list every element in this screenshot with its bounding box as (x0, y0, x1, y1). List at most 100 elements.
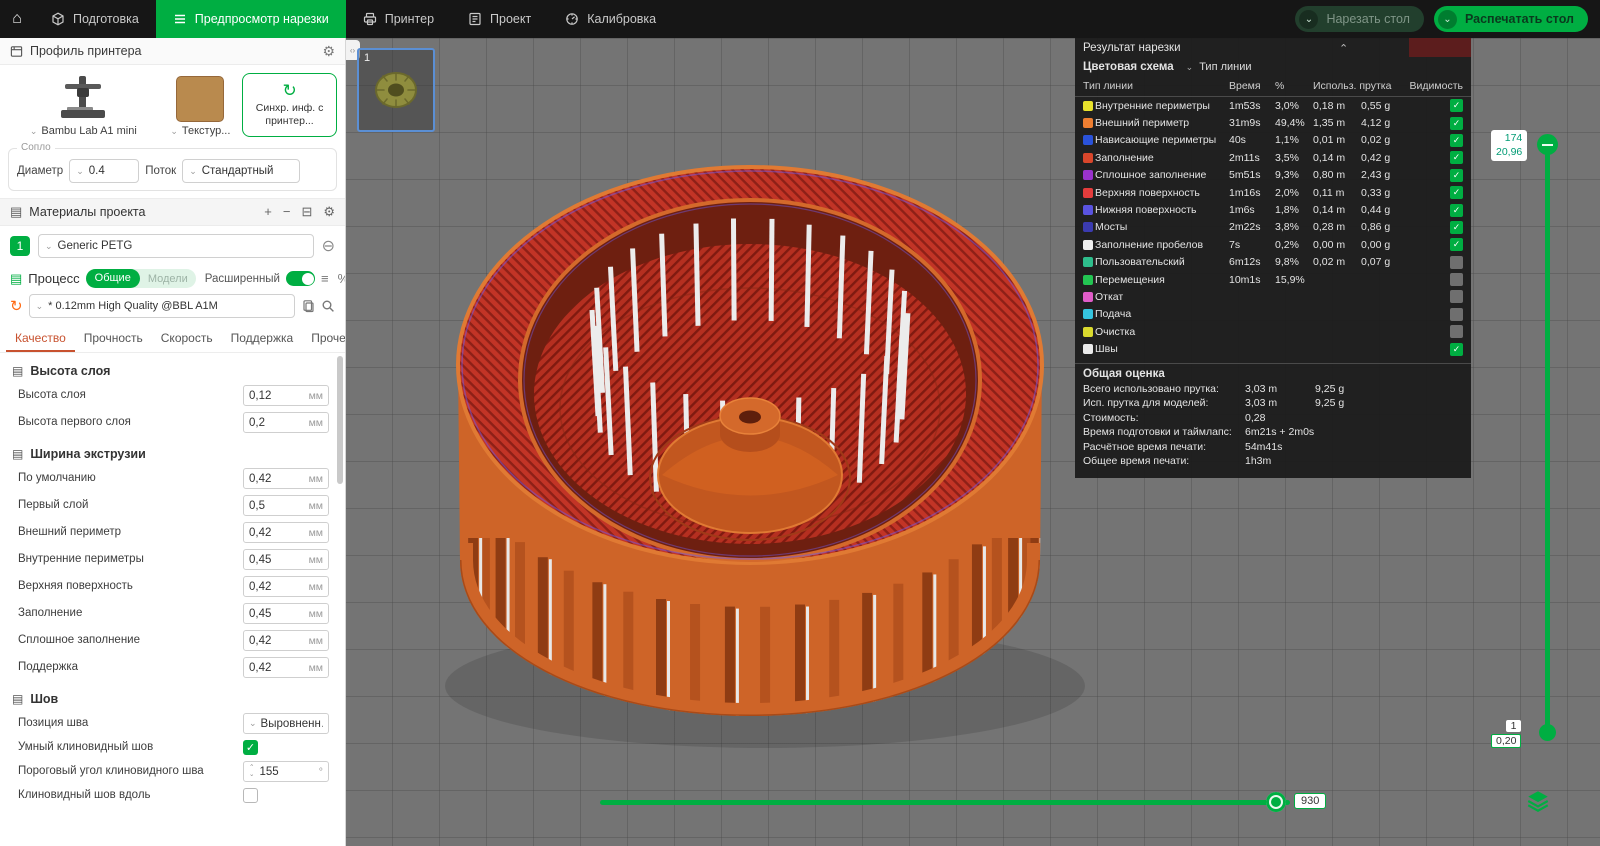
sync-printer-button[interactable]: ↻ Синхр. инф. с принтер... (242, 73, 338, 137)
param-spinner[interactable]: ⌃ ⌄ 155 ° (243, 761, 329, 782)
layer-slider-top-handle[interactable] (1537, 134, 1558, 155)
visibility-checkbox[interactable]: ✓ (1450, 151, 1463, 165)
process-tab-3[interactable]: Скорость (152, 325, 222, 352)
line-type-row[interactable]: Нависающие периметры 40s 1,1% 0,01 m 0,02 g ✓ (1075, 132, 1471, 149)
param-input[interactable]: 0,12 мм (243, 385, 329, 406)
topbar-tab-2[interactable]: Предпросмотр нарезки (155, 0, 346, 38)
slice-dropdown-caret-icon[interactable]: ⌄ (1299, 9, 1319, 29)
scope-objects[interactable]: Модели (140, 273, 196, 285)
visibility-checkbox[interactable] (1450, 290, 1463, 304)
visibility-checkbox[interactable]: ✓ (1450, 168, 1463, 182)
search-preset-icon[interactable] (321, 299, 335, 313)
process-tab-4[interactable]: Поддержка (222, 325, 303, 352)
line-type-row[interactable]: Перемещения 10m1s 15,9% (1075, 271, 1471, 288)
visibility-checkbox[interactable]: ✓ (1450, 186, 1463, 200)
color-scheme-select[interactable]: ⌄ Тип линии (1186, 61, 1252, 73)
line-type-row[interactable]: Мосты 2m22s 3,8% 0,28 m 0,86 g ✓ (1075, 219, 1471, 236)
move-slider-track[interactable] (600, 800, 1290, 805)
visibility-checkbox[interactable]: ✓ (1450, 342, 1463, 356)
line-type-row[interactable]: Внутренние периметры 1m53s 3,0% 0,18 m 0,55 … (1075, 97, 1471, 114)
layer-slider-track[interactable] (1545, 142, 1550, 730)
visibility-checkbox[interactable] (1450, 325, 1463, 339)
param-input[interactable]: 0,42 мм (243, 630, 329, 651)
process-tab-2[interactable]: Прочность (75, 325, 152, 352)
param-input[interactable]: 0,45 мм (243, 603, 329, 624)
visibility-checkbox[interactable] (1450, 307, 1463, 321)
topbar-tab-4[interactable]: Проект (451, 0, 548, 38)
line-type-row[interactable]: Откат (1075, 288, 1471, 305)
topbar-tabs: Подготовка Предпросмотр нарезки Принтер Про… (34, 0, 673, 38)
process-preset-select[interactable]: ⌄ * 0.12mm High Quality @BBL A1M (28, 294, 295, 318)
plate-thumbnail[interactable]: 1 (357, 48, 435, 132)
topbar-tab-5[interactable]: Калибровка (548, 0, 673, 38)
move-slider-handle[interactable] (1266, 792, 1286, 812)
advanced-toggle[interactable] (286, 271, 315, 286)
layer-slider-bottom-handle[interactable] (1539, 724, 1556, 741)
printer-card[interactable]: ⌄ Bambu Lab A1 mini (8, 73, 159, 137)
process-tab-5[interactable]: Прочее (302, 325, 345, 352)
visibility-checkbox[interactable]: ✓ (1450, 116, 1463, 130)
param-row: Поддержка 0,42 мм (0, 654, 345, 681)
materials-gear-icon[interactable]: ⚙ (323, 204, 335, 220)
line-type-row[interactable]: Внешний периметр 31m9s 49,4% 1,35 m 4,12 g ✓ (1075, 114, 1471, 131)
layers-view-button[interactable] (1525, 788, 1551, 814)
param-input[interactable]: 0,45 мм (243, 549, 329, 570)
visibility-checkbox[interactable]: ✓ (1450, 203, 1463, 217)
printer-settings-gear-icon[interactable]: ⚙ (322, 43, 335, 60)
visibility-checkbox[interactable] (1450, 273, 1463, 287)
slice-plate-button[interactable]: Нарезать стол (1318, 12, 1424, 26)
line-type-row[interactable]: Заполнение 2m11s 3,5% 0,14 m 0,42 g ✓ (1075, 149, 1471, 166)
save-preset-icon[interactable] (301, 299, 315, 313)
line-type-row[interactable]: Нижняя поверхность 1m6s 1,8% 0,14 m 0,44 g ✓ (1075, 201, 1471, 218)
process-list-icon[interactable]: ≡ (321, 271, 329, 286)
process-scope-toggle[interactable]: Общие Модели (85, 269, 196, 288)
param-input[interactable]: 0,42 мм (243, 468, 329, 489)
process-tab-1[interactable]: Качество (6, 325, 75, 352)
line-type-row[interactable]: Заполнение пробелов 7s 0,2% 0,00 m 0,00 g ✓ (1075, 236, 1471, 253)
visibility-checkbox[interactable]: ✓ (1450, 133, 1463, 147)
param-input[interactable]: 0,5 мм (243, 495, 329, 516)
param-input[interactable]: 0,42 мм (243, 522, 329, 543)
filament-select[interactable]: ⌄ Generic PETG (38, 234, 314, 258)
param-input[interactable]: 0,42 мм (243, 576, 329, 597)
filament-table-icon[interactable]: ⊟ (301, 204, 312, 220)
topbar-tab-1[interactable]: Подготовка (34, 0, 156, 38)
visibility-checkbox[interactable] (1450, 255, 1463, 269)
param-select[interactable]: ⌄Выровненн… (243, 713, 329, 734)
line-type-row[interactable]: Верхняя поверхность 1m16s 2,0% 0,11 m 0,33 g… (1075, 184, 1471, 201)
param-input[interactable]: 0,2 мм (243, 412, 329, 433)
visibility-checkbox[interactable]: ✓ (1450, 99, 1463, 113)
line-type-row[interactable]: Очистка (1075, 323, 1471, 340)
line-type-color-swatch (1083, 222, 1093, 233)
spinner-arrows[interactable]: ⌃ ⌄ (249, 764, 254, 778)
add-filament-button[interactable]: + (264, 204, 272, 220)
param-checkbox[interactable]: ✓ (243, 740, 258, 755)
line-type-row[interactable]: Подача (1075, 306, 1471, 323)
flow-select[interactable]: ⌄ Стандартный (182, 159, 301, 183)
home-icon: ⌂ (12, 10, 22, 27)
move-slider-value: 930 (1294, 793, 1327, 809)
filament-edit-icon[interactable]: ⊖ (322, 236, 335, 256)
param-checkbox[interactable] (243, 788, 258, 803)
process-tune-icon[interactable]: % (338, 271, 345, 286)
home-button[interactable]: ⌂ (0, 0, 34, 38)
plate-type-card[interactable]: ⌄ Текстур... (166, 73, 236, 137)
scope-global[interactable]: Общие (85, 269, 140, 288)
print-plate-button[interactable]: Распечатать стол (1457, 12, 1588, 26)
plate-type-select[interactable]: ⌄ Текстур... (170, 125, 230, 137)
preset-refresh-icon[interactable]: ↻ (10, 297, 23, 315)
diameter-select[interactable]: ⌄ 0.4 (69, 159, 140, 183)
topbar-tab-3[interactable]: Принтер (346, 0, 451, 38)
line-type-row[interactable]: Сплошное заполнение 5m51s 9,3% 0,80 m 2,43 g… (1075, 167, 1471, 184)
remove-filament-button[interactable]: − (283, 204, 291, 220)
params-scrollbar[interactable] (337, 356, 343, 484)
printer-select[interactable]: ⌄ Bambu Lab A1 mini (30, 125, 137, 137)
line-type-row[interactable]: Швы ✓ (1075, 340, 1471, 357)
line-type-row[interactable]: Пользовательский 6m12s 9,8% 0,02 m 0,07 g (1075, 254, 1471, 271)
visibility-checkbox[interactable]: ✓ (1450, 238, 1463, 252)
print-dropdown-caret-icon[interactable]: ⌄ (1437, 9, 1457, 29)
visibility-checkbox[interactable]: ✓ (1450, 220, 1463, 234)
project-materials-title: Материалы проекта (29, 205, 146, 219)
panel-collapse-chevron-icon[interactable]: ⌃ (1339, 42, 1348, 55)
param-input[interactable]: 0,42 мм (243, 657, 329, 678)
